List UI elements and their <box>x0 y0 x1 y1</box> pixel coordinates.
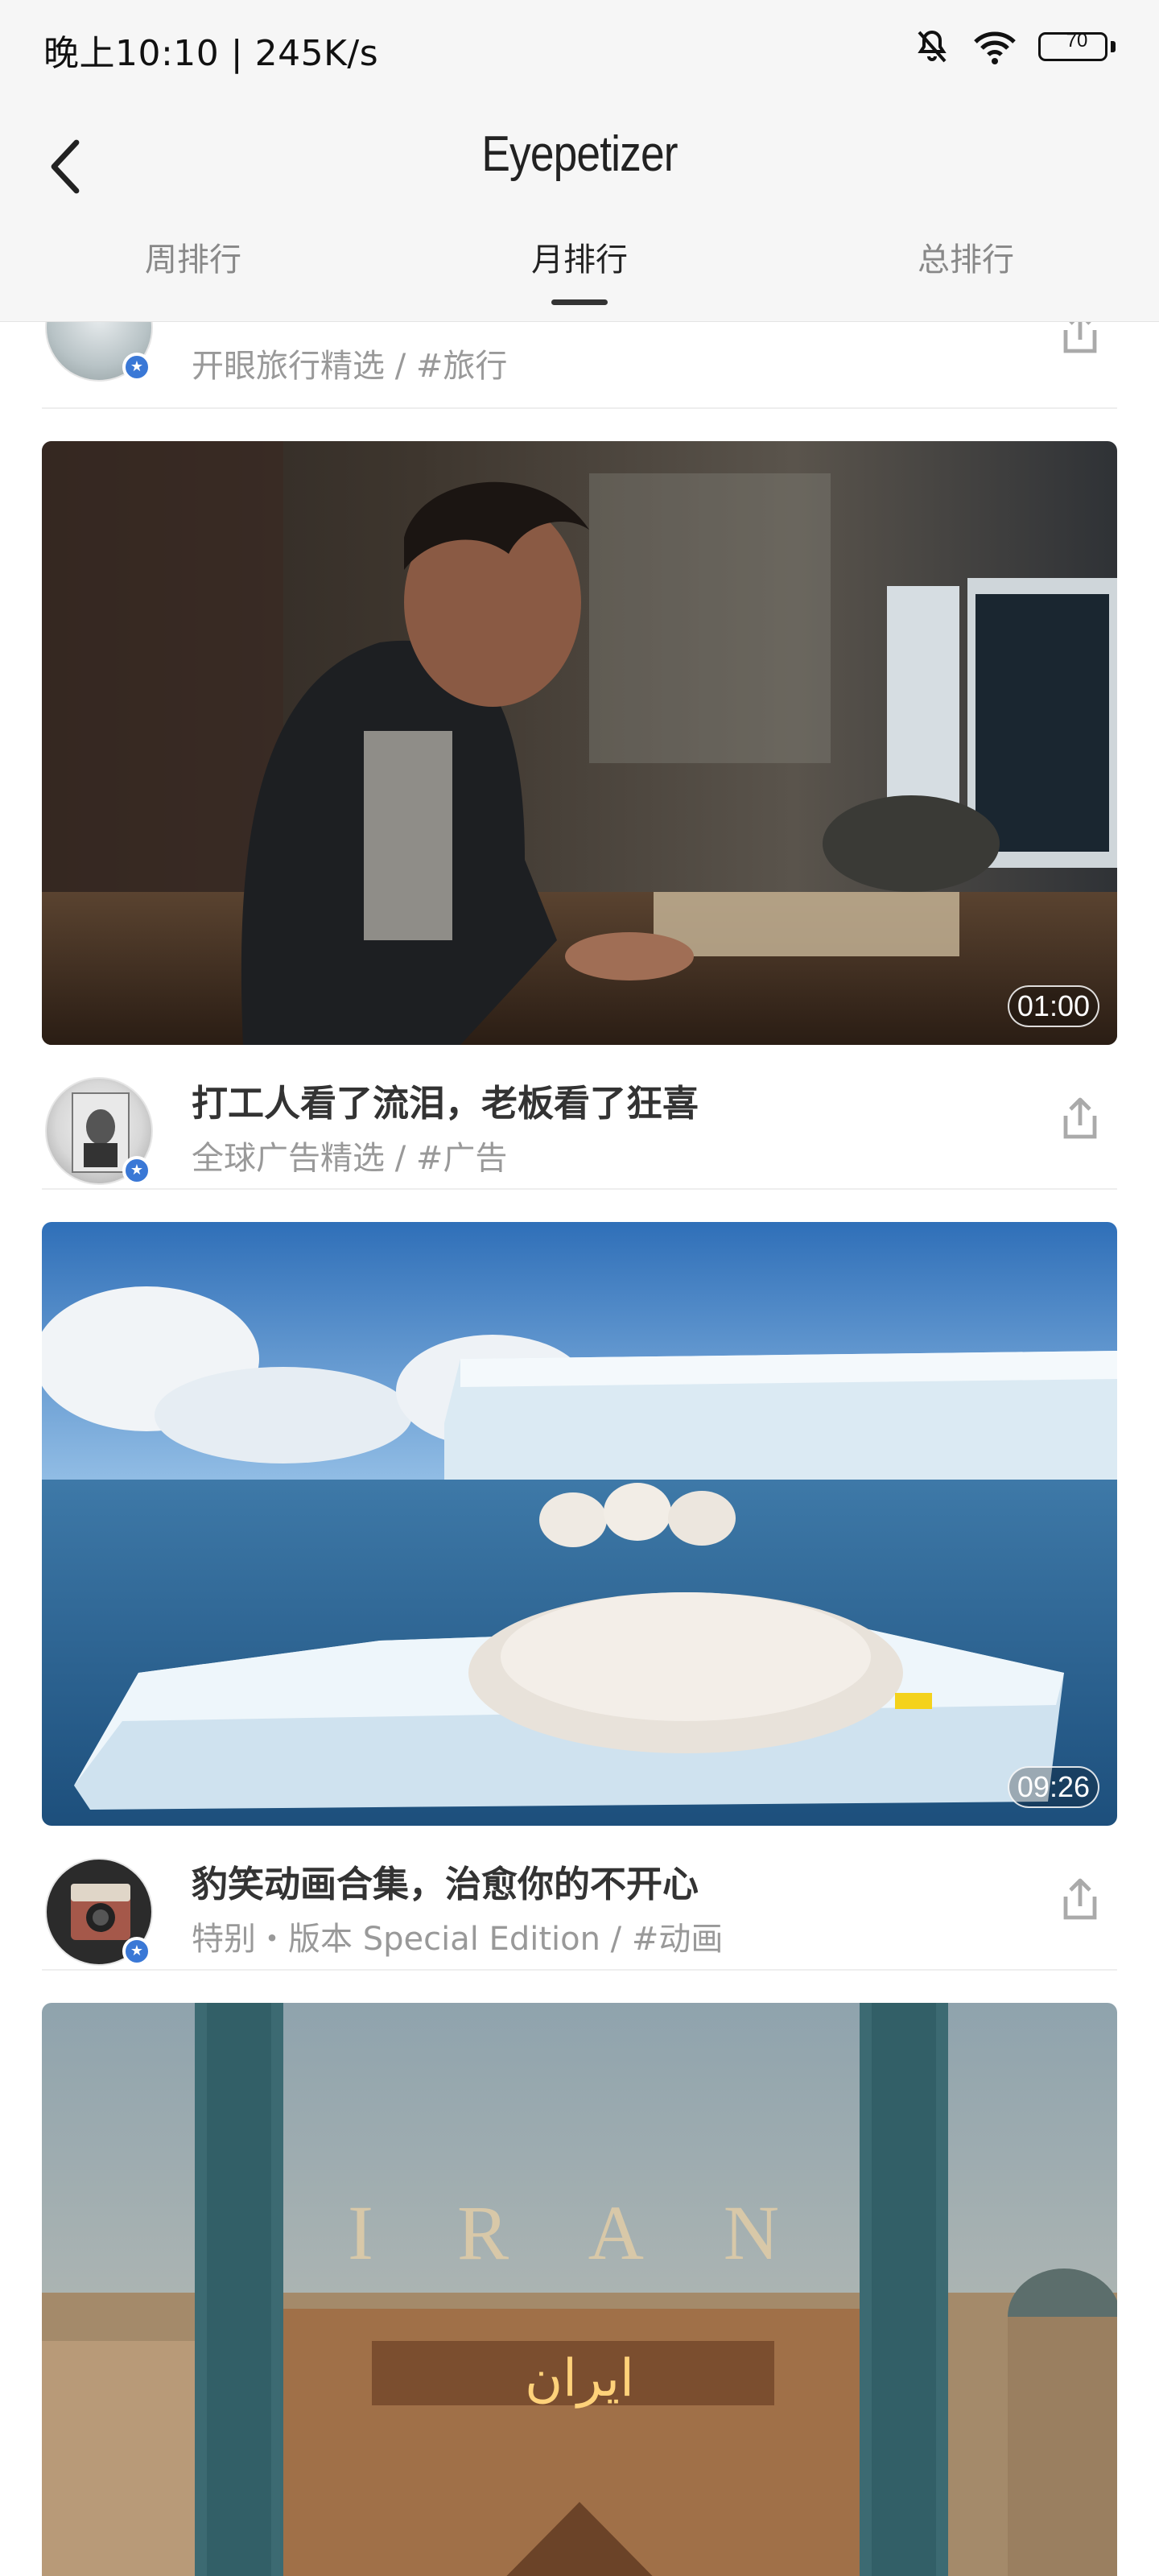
office-worker-image <box>42 441 1117 1045</box>
seal-on-iceberg-image <box>42 1222 1117 1826</box>
tab-monthly[interactable]: 月排行 <box>483 233 676 280</box>
battery-level: 70 <box>1066 30 1088 52</box>
avatar[interactable]: ★ <box>45 322 153 382</box>
share-icon[interactable] <box>1056 1874 1104 1926</box>
wifi-icon <box>972 27 1017 66</box>
tab-active-indicator <box>551 299 608 305</box>
nav-header: Eyepetizer 周排行 月排行 总排行 <box>0 97 1159 322</box>
video-feed[interactable]: ★ 开眼旅行精选 / #旅行 01:00 ★ 打工人看了流泪，老板看了狂喜 全球… <box>0 322 1159 2576</box>
battery-icon: 70 <box>1038 29 1116 64</box>
share-icon[interactable] <box>1056 1093 1104 1145</box>
item-subtitle[interactable]: 全球广告精选 / #广告 <box>192 1132 507 1179</box>
item-subtitle: 开眼旅行精选 / #旅行 <box>192 348 508 385</box>
video-duration-badge: 09:26 <box>1007 1766 1099 1808</box>
image-overlay-text-arabic: ایران <box>525 2349 634 2409</box>
verified-badge-icon: ★ <box>122 1156 151 1185</box>
chevron-left-icon <box>51 139 80 194</box>
page-title: Eyepetizer <box>481 126 678 182</box>
image-overlay-text: I R A N <box>347 2190 812 2276</box>
verified-badge-icon: ★ <box>122 1937 151 1966</box>
status-time-speed: 晚上10:10 | 245K/s <box>43 33 379 74</box>
rank-tabs: 周排行 月排行 总排行 <box>0 225 1159 314</box>
video-thumbnail[interactable]: 01:00 <box>42 441 1117 1045</box>
share-icon[interactable] <box>1056 322 1104 359</box>
mute-bell-icon <box>913 27 951 66</box>
video-thumbnail[interactable]: I R A N ایران <box>42 2003 1117 2576</box>
verified-badge-icon: ★ <box>122 353 151 382</box>
tab-weekly[interactable]: 周排行 <box>97 233 290 280</box>
list-item[interactable]: ★ 豹笑动画合集，治愈你的不开心 特别・版本 Special Edition /… <box>42 1826 1117 1971</box>
avatar[interactable]: ★ <box>45 1077 153 1185</box>
list-item[interactable]: ★ 开眼旅行精选 / #旅行 <box>42 322 1117 409</box>
video-duration-badge: 01:00 <box>1007 985 1099 1027</box>
tab-all-time[interactable]: 总排行 <box>869 233 1062 280</box>
list-item[interactable]: ★ 打工人看了流泪，老板看了狂喜 全球广告精选 / #广告 <box>42 1045 1117 1190</box>
status-icons: 70 <box>913 27 1116 66</box>
iran-mosque-image <box>42 2003 1117 2576</box>
item-subtitle[interactable]: 特别・版本 Special Edition / #动画 <box>192 1913 723 1959</box>
status-bar: 晚上10:10 | 245K/s 70 <box>0 0 1159 97</box>
video-thumbnail[interactable]: 09:26 <box>42 1222 1117 1826</box>
avatar[interactable]: ★ <box>45 1858 153 1966</box>
item-title[interactable]: 豹笑动画合集，治愈你的不开心 <box>192 1855 699 1907</box>
item-title[interactable]: 打工人看了流泪，老板看了狂喜 <box>192 1074 699 1126</box>
